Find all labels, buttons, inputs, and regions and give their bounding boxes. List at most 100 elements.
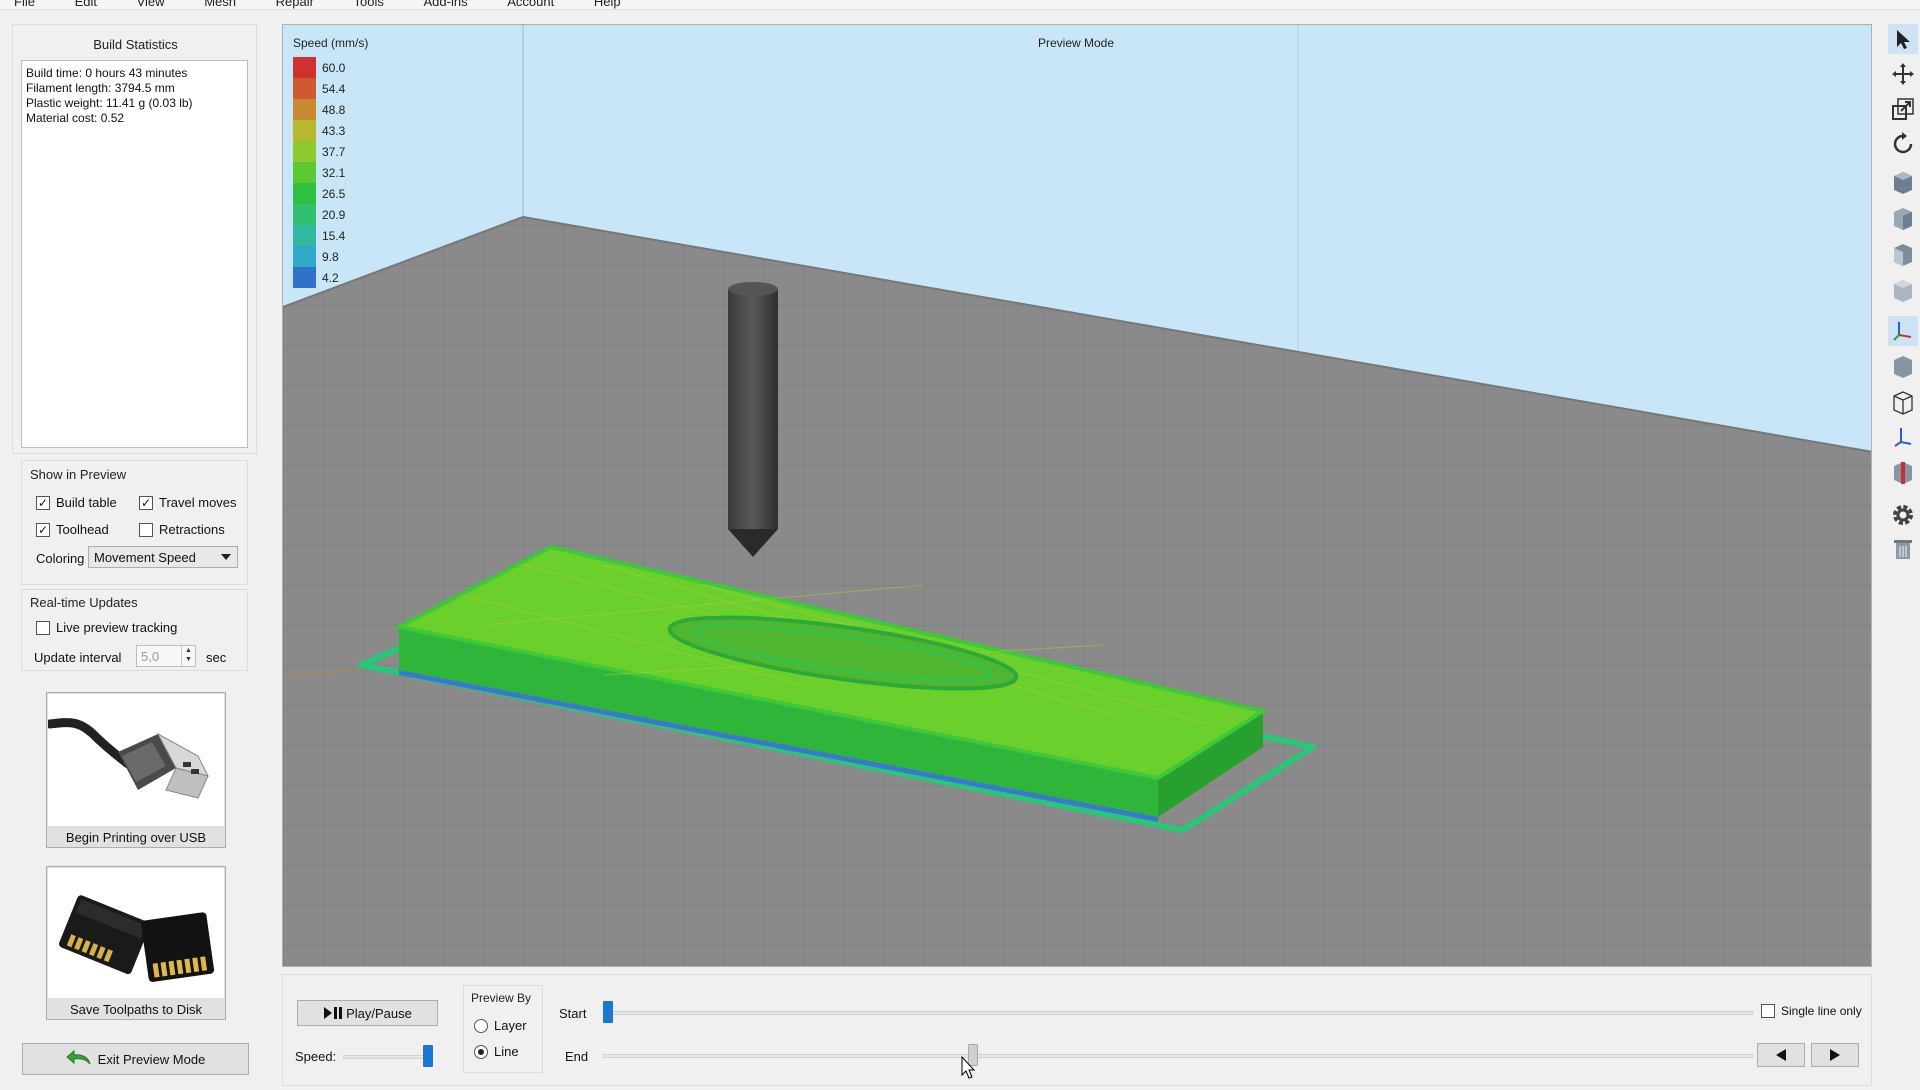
legend-value: 37.7 <box>322 144 346 159</box>
exit-preview-mode-label: Exit Preview Mode <box>97 1051 206 1067</box>
start-slider-thumb[interactable] <box>603 1001 613 1023</box>
menu-help[interactable]: Help <box>594 0 621 9</box>
scale-icon[interactable] <box>1888 94 1918 124</box>
single-line-only-checkbox[interactable]: Single line only <box>1761 1004 1862 1018</box>
speed-label: Speed: <box>295 1049 337 1064</box>
legend-swatch <box>293 246 316 267</box>
start-slider-track[interactable] <box>603 1011 1753 1015</box>
legend-entry: 43.3 <box>293 120 345 141</box>
menu-mesh[interactable]: Mesh <box>204 0 236 9</box>
build-table-checkbox[interactable]: ✓ Build table <box>36 495 117 510</box>
menu-bar: File Edit View Mesh Repair Tools Add-ins… <box>0 0 1920 10</box>
begin-printing-usb-button[interactable]: Begin Printing over USB <box>45 692 226 848</box>
back-arrow-icon <box>65 1050 91 1065</box>
menu-file[interactable]: File <box>14 0 35 9</box>
rotate-icon[interactable] <box>1888 129 1918 159</box>
stat-build-time: Build time: 0 hours 43 minutes <box>26 66 188 80</box>
legend-entry: 48.8 <box>293 99 345 120</box>
toolhead-checkbox[interactable]: ✓ Toolhead <box>36 522 109 537</box>
stat-material-cost: Material cost: 0.52 <box>26 111 125 125</box>
view-side-icon[interactable] <box>1888 204 1918 234</box>
view-iso-icon[interactable] <box>1888 276 1918 306</box>
menu-edit[interactable]: Edit <box>75 0 97 9</box>
axis-toggle-icon[interactable] <box>1888 422 1918 452</box>
menu-view[interactable]: View <box>137 0 165 9</box>
begin-printing-usb-label: Begin Printing over USB <box>65 830 207 845</box>
axes-icon[interactable] <box>1888 316 1918 346</box>
speed-legend-title: Speed (mm/s) <box>293 36 369 50</box>
menu-repair[interactable]: Repair <box>276 0 314 9</box>
select-icon[interactable] <box>1888 24 1918 54</box>
legend-value: 26.5 <box>322 186 346 201</box>
view-front-icon[interactable] <box>1888 168 1918 198</box>
save-toolpaths-button[interactable]: Save Toolpaths to Disk <box>46 866 226 1020</box>
speed-slider-thumb[interactable] <box>423 1045 433 1067</box>
left-panel: Build Statistics Build time: 0 hours 43 … <box>12 24 257 1086</box>
legend-value: 60.0 <box>322 60 346 75</box>
build-statistics-title: Build Statistics <box>93 37 178 52</box>
legend-entry: 4.2 <box>293 267 345 288</box>
legend-value: 9.8 <box>322 249 339 264</box>
speed-slider-track[interactable] <box>343 1055 433 1059</box>
build-statistics-group: Build Statistics Build time: 0 hours 43 … <box>12 24 257 454</box>
check-icon: ✓ <box>36 495 50 510</box>
retractions-label: Retractions <box>159 522 225 537</box>
3d-preview-viewport[interactable]: Speed (mm/s) 60.0 54.4 48.8 43.3 37.7 32.1 26.… <box>282 24 1872 967</box>
preview-mode-label: Preview Mode <box>1038 36 1115 50</box>
exit-preview-mode-button[interactable]: Exit Preview Mode <box>22 1043 249 1075</box>
update-interval-spinner[interactable]: 5,0 ▲ ▼ <box>136 645 196 667</box>
spinner-arrows-icon[interactable]: ▲ ▼ <box>181 646 195 666</box>
triangle-left-icon <box>1776 1049 1786 1061</box>
show-in-preview-title: Show in Preview <box>30 467 127 482</box>
preview-by-title: Preview By <box>471 991 532 1005</box>
line-radio[interactable]: Line <box>474 1044 519 1059</box>
right-toolbar <box>1884 22 1920 562</box>
legend-swatch <box>293 78 316 99</box>
mouse-cursor-icon <box>961 1056 976 1079</box>
coloring-value: Movement Speed <box>94 549 196 565</box>
step-back-button[interactable] <box>1757 1043 1805 1067</box>
coloring-select[interactable]: Movement Speed <box>88 546 238 568</box>
viewport-scene <box>283 25 1871 966</box>
live-preview-tracking-checkbox[interactable]: Live preview tracking <box>36 620 177 635</box>
end-slider-track[interactable] <box>603 1054 1753 1058</box>
legend-entry: 32.1 <box>293 162 345 183</box>
legend-value: 54.4 <box>322 81 346 96</box>
build-table-label: Build table <box>56 495 117 510</box>
legend-swatch <box>293 204 316 225</box>
realtime-updates-group: Real-time Updates Live preview tracking … <box>21 589 248 671</box>
retractions-checkbox[interactable]: Retractions <box>139 522 225 537</box>
legend-entry: 20.9 <box>293 204 345 225</box>
stat-plastic-weight: Plastic weight: 11.41 g (0.03 lb) <box>26 96 193 110</box>
playback-panel: Play/Pause Speed: Preview By Layer Line … <box>282 974 1872 1086</box>
update-interval-value: 5,0 <box>141 648 160 664</box>
legend-entry: 60.0 <box>293 57 345 78</box>
wireframe-icon[interactable] <box>1888 388 1918 418</box>
trash-icon[interactable] <box>1888 534 1918 564</box>
legend-swatch <box>293 57 316 78</box>
legend-value: 48.8 <box>322 102 346 117</box>
move-icon[interactable] <box>1888 59 1918 89</box>
legend-entry: 54.4 <box>293 78 345 99</box>
step-forward-button[interactable] <box>1811 1043 1859 1067</box>
sd-cards-image <box>48 868 224 998</box>
end-label: End <box>565 1049 589 1064</box>
menu-addins[interactable]: Add-ins <box>424 0 468 9</box>
play-pause-button[interactable]: Play/Pause <box>297 1000 438 1026</box>
line-radio-label: Line <box>494 1044 519 1059</box>
view-top-icon[interactable] <box>1888 240 1918 270</box>
layer-radio-label: Layer <box>494 1018 527 1033</box>
show-in-preview-group: Show in Preview ✓ Build table ✓ Travel mov… <box>21 460 248 585</box>
legend-swatch <box>293 162 316 183</box>
coloring-label: Coloring <box>36 551 85 566</box>
settings-gear-icon[interactable] <box>1888 500 1918 530</box>
layer-radio[interactable]: Layer <box>474 1018 527 1033</box>
section-icon[interactable] <box>1888 458 1918 488</box>
legend-value: 43.3 <box>322 123 346 138</box>
travel-moves-checkbox[interactable]: ✓ Travel moves <box>139 495 237 510</box>
legend-swatch <box>293 141 316 162</box>
menu-account[interactable]: Account <box>507 0 554 9</box>
build-statistics-text: Build time: 0 hours 43 minutes Filament … <box>21 60 248 448</box>
menu-tools[interactable]: Tools <box>354 0 384 9</box>
solid-view-icon[interactable] <box>1888 352 1918 382</box>
